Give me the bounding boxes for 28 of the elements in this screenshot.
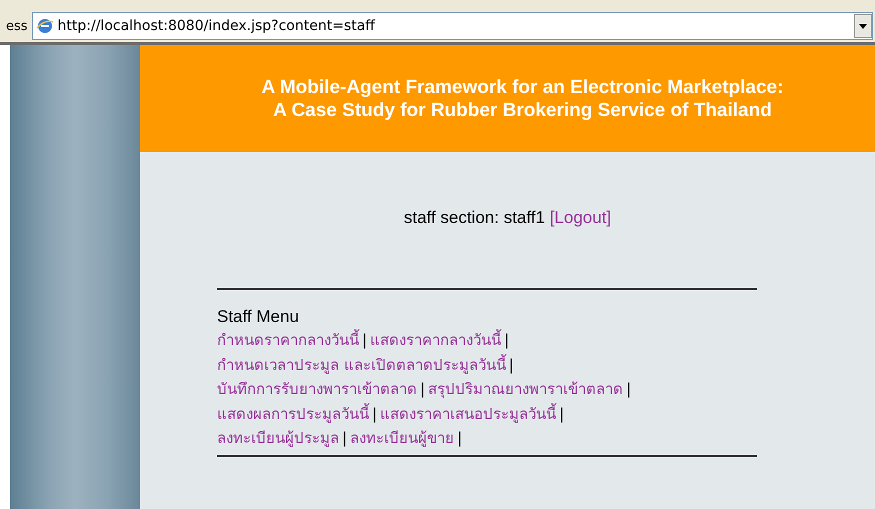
- menu-link[interactable]: กำหนดเวลาประมูล และเปิดตลาดประมูลวันนี้: [217, 356, 506, 374]
- separator: |: [420, 380, 426, 398]
- menu-link[interactable]: แสดงราคาเสนอประมูลวันนี้: [380, 404, 556, 422]
- menu-link[interactable]: แสดงผลการประมูลวันนี้: [217, 404, 369, 422]
- dropdown-button[interactable]: [854, 14, 872, 38]
- separator: |: [362, 331, 368, 349]
- menu-link[interactable]: บันทึกการรับยางพาราเข้าตลาด: [217, 380, 417, 398]
- menu-link[interactable]: กำหนดราคากลางวันนี้: [217, 331, 359, 349]
- menu-title: Staff Menu: [217, 306, 300, 328]
- header-title: A Case Study for Rubber Brokering Service of Thailand: [273, 98, 772, 122]
- separator: |: [372, 404, 378, 422]
- caret-icon: [859, 24, 867, 28]
- menu-link[interactable]: สรุปปริมาณยางพาราเข้าตลาด: [428, 380, 624, 398]
- separator: |: [508, 356, 514, 374]
- separator: |: [342, 429, 348, 447]
- header-title: A Mobile-Agent Framework for an Electronic Marketplace:: [262, 76, 784, 98]
- separator: |: [457, 429, 462, 447]
- separator: |: [504, 331, 510, 349]
- browser-icon: [36, 17, 54, 35]
- staff-section-label: staff section: staff1: [404, 208, 545, 227]
- menu-link[interactable]: แสดงราคากลางวันนี้: [370, 331, 502, 349]
- menu-link[interactable]: ลงทะเบียนผู้ประมูล: [217, 429, 339, 447]
- address-label: ess: [5, 18, 29, 34]
- separator: |: [559, 404, 564, 422]
- address-field[interactable]: http://localhost:8080/index.jsp?content=staff: [32, 12, 873, 40]
- menu-link[interactable]: ลงทะเบียนผู้ขาย: [350, 429, 454, 447]
- logout-link[interactable]: [Logout]: [550, 208, 612, 227]
- separator: |: [626, 380, 632, 398]
